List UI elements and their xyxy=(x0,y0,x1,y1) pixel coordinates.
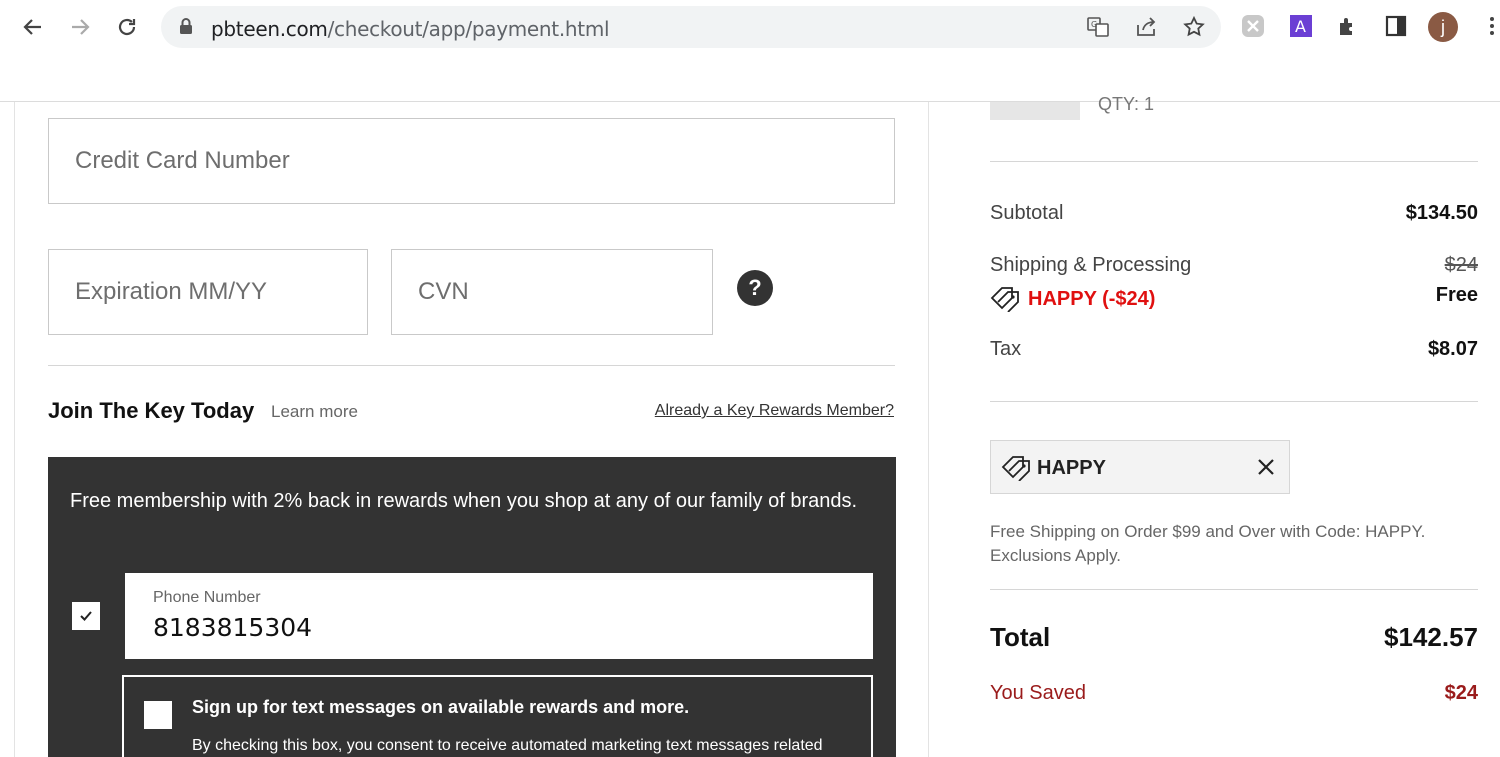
browser-toolbar: pbteen.com/checkout/app/payment.html G A… xyxy=(0,0,1500,102)
reload-button[interactable] xyxy=(110,10,144,44)
tag-icon xyxy=(990,287,1019,312)
credit-card-placeholder: Credit Card Number xyxy=(75,147,290,174)
back-arrow-icon xyxy=(23,19,41,35)
shipping-original: $24 xyxy=(1444,254,1478,276)
section-divider xyxy=(48,365,895,366)
share-icon[interactable] xyxy=(1134,15,1158,39)
tax-label: Tax xyxy=(990,338,1022,360)
phone-label: Phone Number xyxy=(153,589,261,606)
shipping-row: Shipping & Processing $24 xyxy=(990,254,1478,277)
expiration-placeholder: Expiration MM/YY xyxy=(75,278,268,305)
total-value: $142.57 xyxy=(1384,622,1478,652)
tag-icon xyxy=(1001,455,1033,486)
expiration-field[interactable]: Expiration MM/YY xyxy=(48,249,368,335)
order-summary: QTY: 1 Subtotal $134.50 Shipping & Proce… xyxy=(966,94,1500,757)
menu-kebab-icon[interactable] xyxy=(1478,12,1500,40)
sms-consent-box: Sign up for text messages on available r… xyxy=(122,675,873,757)
summary-divider-bottom xyxy=(990,589,1478,590)
translate-icon[interactable]: G xyxy=(1086,15,1110,39)
checkmark-icon xyxy=(80,611,92,621)
extensions-puzzle-icon[interactable] xyxy=(1334,12,1362,40)
phone-number-field[interactable]: Phone Number 8183815304 xyxy=(125,573,873,659)
credit-card-number-field[interactable]: Credit Card Number xyxy=(48,118,895,204)
promo-note: Free Shipping on Order $99 and Over with… xyxy=(990,522,1426,565)
rewards-checkbox[interactable] xyxy=(72,602,100,630)
svg-text:G: G xyxy=(1091,20,1097,29)
cvn-placeholder: CVN xyxy=(418,278,469,305)
back-button[interactable] xyxy=(16,10,50,44)
already-member-link[interactable]: Already a Key Rewards Member? xyxy=(655,402,894,420)
side-panel-icon[interactable] xyxy=(1382,12,1410,40)
sms-title: Sign up for text messages on available r… xyxy=(192,697,690,717)
bookmark-star-icon[interactable] xyxy=(1182,15,1206,39)
forward-arrow-icon xyxy=(72,19,90,35)
tax-value: $8.07 xyxy=(1427,338,1478,360)
shipping-final: Free xyxy=(1435,284,1478,306)
remove-promo-close-icon[interactable] xyxy=(1255,456,1277,483)
summary-divider-mid xyxy=(990,401,1478,402)
url-path: /checkout/app/payment.html xyxy=(327,17,610,41)
subtotal-row: Subtotal $134.50 xyxy=(990,202,1478,225)
url-host: pbteen.com xyxy=(211,17,328,41)
learn-more-link[interactable]: Learn more xyxy=(271,402,358,422)
svg-text:A: A xyxy=(1295,17,1306,36)
lock-icon xyxy=(179,17,193,40)
shipping-label: Shipping & Processing xyxy=(990,254,1192,276)
reload-icon xyxy=(118,18,136,36)
product-thumbnail xyxy=(990,102,1080,120)
saved-label: You Saved xyxy=(990,682,1087,704)
total-label: Total xyxy=(990,622,1051,652)
rewards-promo-text: Free membership with 2% back in rewards … xyxy=(70,490,858,512)
rewards-panel: Free membership with 2% back in rewards … xyxy=(48,457,896,757)
saved-value: $24 xyxy=(1444,682,1478,704)
payment-column: Credit Card Number Expiration MM/YY CVN … xyxy=(14,102,929,757)
subtotal-label: Subtotal xyxy=(990,202,1064,224)
shipping-promo-text: HAPPY (-$24) xyxy=(1028,287,1156,310)
shipping-promo: HAPPY (-$24) xyxy=(990,286,1155,312)
tax-row: Tax $8.07 xyxy=(990,338,1478,361)
sms-body: By checking this box, you consent to rec… xyxy=(192,737,823,754)
forward-button[interactable] xyxy=(63,10,97,44)
avatar-letter: j xyxy=(1441,16,1445,37)
phone-value: 8183815304 xyxy=(153,613,313,642)
subtotal-value: $134.50 xyxy=(1405,202,1478,224)
extension-close-icon[interactable] xyxy=(1239,12,1267,40)
cvn-field[interactable]: CVN xyxy=(391,249,713,335)
join-key-title: Join The Key Today xyxy=(48,398,255,423)
summary-divider-top xyxy=(990,161,1478,162)
cvn-help-icon[interactable]: ? xyxy=(737,270,773,306)
product-qty: QTY: 1 xyxy=(1098,94,1155,114)
address-bar[interactable]: pbteen.com/checkout/app/payment.html G xyxy=(161,6,1221,48)
promo-code-text: HAPPY xyxy=(1037,457,1106,479)
extension-a-icon[interactable]: A xyxy=(1287,12,1315,40)
help-label: ? xyxy=(748,275,762,300)
applied-promo-code: HAPPY xyxy=(990,440,1290,494)
url-text: pbteen.com/checkout/app/payment.html xyxy=(211,17,610,41)
sms-checkbox[interactable] xyxy=(144,701,172,729)
profile-avatar[interactable]: j xyxy=(1428,12,1458,42)
